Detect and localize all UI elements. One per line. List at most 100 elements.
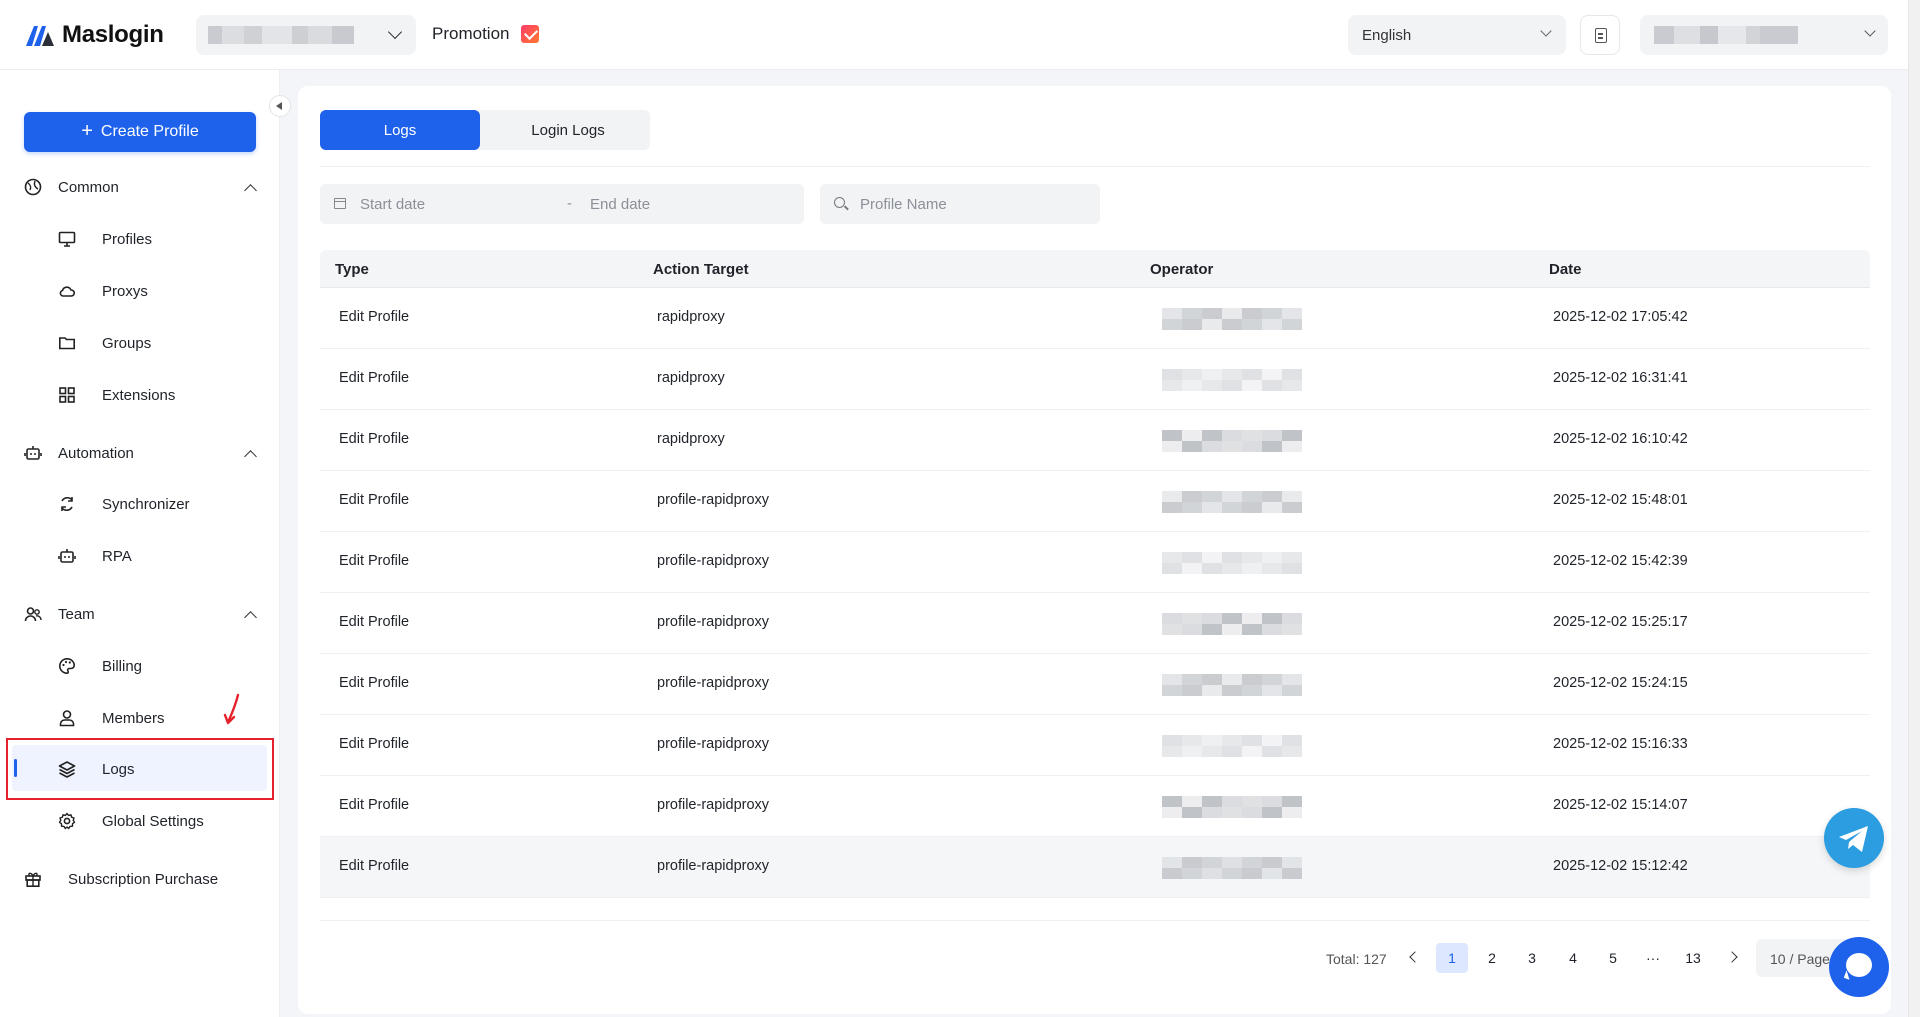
create-profile-label: Create Profile — [100, 123, 199, 140]
cell-action-target: profile-rapidproxy — [657, 858, 770, 874]
divider — [320, 166, 1870, 167]
sidebar-item-label: Synchronizer — [102, 495, 190, 513]
logs-table: Type Action Target Operator Date Edit Pr… — [320, 250, 1870, 898]
table-row[interactable]: Edit Profile profile-rapidproxy 2025-12-02… — [320, 471, 1870, 532]
logs-panel: Logs Login Logs Start date - End date Pr… — [298, 86, 1891, 1014]
create-profile-button[interactable]: + Create Profile — [24, 112, 256, 152]
telegram-icon — [1839, 826, 1868, 852]
next-page-icon[interactable] — [1726, 951, 1738, 963]
sidebar-item-extensions[interactable]: Extensions — [58, 386, 175, 404]
prev-page-icon[interactable] — [1409, 951, 1421, 963]
tab-logs[interactable]: Logs — [320, 110, 480, 150]
chevron-down-icon — [387, 24, 403, 40]
sidebar-item-subscription-purchase[interactable]: Subscription Purchase — [24, 870, 218, 888]
cell-operator-redacted — [1150, 792, 1302, 822]
sidebar-item-global-settings[interactable]: Global Settings — [58, 812, 204, 830]
team-select[interactable] — [196, 15, 416, 55]
nav-group-team[interactable]: Team — [24, 605, 257, 624]
cell-type: Edit Profile — [339, 431, 410, 447]
monitor-icon — [58, 231, 76, 247]
page-button[interactable]: 5 — [1597, 943, 1629, 973]
cell-date: 2025-12-02 15:25:17 — [1553, 614, 1688, 630]
cell-operator-redacted — [1150, 304, 1302, 334]
cell-operator-redacted — [1150, 731, 1302, 761]
sidebar-item-billing[interactable]: Billing — [58, 657, 142, 675]
sidebar-item-label: Billing — [102, 657, 143, 675]
cell-type: Edit Profile — [339, 370, 410, 386]
sidebar-item-profiles[interactable]: Profiles — [58, 230, 152, 248]
table-row[interactable]: Edit Profile profile-rapidproxy 2025-12-02… — [320, 532, 1870, 593]
nav-group-automation[interactable]: Automation — [24, 444, 257, 463]
sidebar-collapse-button[interactable] — [269, 95, 291, 117]
log-tabs: Logs Login Logs — [320, 110, 650, 150]
cell-operator-redacted — [1150, 853, 1302, 883]
divider — [320, 920, 1870, 921]
cell-type: Edit Profile — [339, 614, 410, 630]
chevron-down-icon — [1540, 25, 1552, 37]
nav-group-common[interactable]: Common — [24, 178, 257, 197]
cloud-icon — [59, 286, 76, 297]
gift-icon — [25, 872, 41, 887]
sidebar-item-label: RPA — [102, 547, 132, 565]
tab-login-logs[interactable]: Login Logs — [488, 110, 648, 150]
cell-action-target: profile-rapidproxy — [657, 553, 770, 569]
cell-type: Edit Profile — [339, 675, 410, 691]
cell-action-target: rapidproxy — [657, 370, 725, 386]
sidebar-item-label: Members — [102, 709, 165, 727]
date-range-picker[interactable]: Start date - End date — [320, 184, 804, 224]
plus-icon: + — [81, 120, 93, 142]
cell-action-target: rapidproxy — [657, 309, 725, 325]
pagination-total: Total: 127 — [1326, 951, 1387, 967]
palette-icon — [59, 657, 76, 675]
page-button[interactable]: 2 — [1476, 943, 1508, 973]
brand-logo[interactable]: Maslogin — [24, 21, 164, 49]
language-value: English — [1362, 27, 1412, 44]
cell-date: 2025-12-02 15:42:39 — [1553, 553, 1688, 569]
docs-button[interactable] — [1580, 15, 1620, 55]
team-icon — [24, 607, 42, 622]
end-date-input[interactable]: End date — [590, 196, 650, 213]
sidebar-item-rpa[interactable]: RPA — [58, 547, 132, 565]
page-button[interactable]: 4 — [1557, 943, 1589, 973]
chevron-up-icon — [244, 184, 257, 197]
cell-type: Edit Profile — [339, 736, 410, 752]
table-header: Type Action Target Operator Date — [320, 250, 1870, 288]
page-scrollbar[interactable] — [1908, 0, 1920, 1017]
table-row[interactable]: Edit Profile profile-rapidproxy 2025-12-02… — [320, 715, 1870, 776]
sync-icon — [61, 496, 73, 512]
page-button[interactable]: 1 — [1436, 943, 1468, 973]
nav-group-label: Automation — [58, 444, 134, 462]
page-ellipsis[interactable]: ··· — [1637, 943, 1669, 973]
sidebar-item-members[interactable]: Members — [58, 709, 165, 727]
user-account-select[interactable] — [1640, 15, 1888, 55]
top-header: Maslogin Promotion English — [0, 0, 1920, 70]
cell-action-target: profile-rapidproxy — [657, 797, 770, 813]
profile-name-search[interactable]: Profile Name — [820, 184, 1100, 224]
maslogin-logo-icon — [26, 26, 54, 46]
table-row[interactable]: Edit Profile profile-rapidproxy 2025-12-02… — [320, 654, 1870, 715]
sidebar-item-proxys[interactable]: Proxys — [58, 282, 148, 300]
table-row[interactable]: Edit Profile rapidproxy 2025-12-02 17:05:4… — [320, 288, 1870, 349]
cell-date: 2025-12-02 15:14:07 — [1553, 797, 1688, 813]
page-button[interactable]: 3 — [1516, 943, 1548, 973]
robot-icon — [58, 549, 76, 563]
cell-date: 2025-12-02 15:16:33 — [1553, 736, 1688, 752]
sidebar-item-groups[interactable]: Groups — [58, 334, 151, 352]
table-row[interactable]: Edit Profile rapidproxy 2025-12-02 16:10:4… — [320, 410, 1870, 471]
table-row[interactable]: Edit Profile profile-rapidproxy 2025-12-02… — [320, 593, 1870, 654]
promotion-link[interactable]: Promotion — [432, 24, 540, 44]
column-header-operator: Operator — [1150, 261, 1214, 278]
cell-date: 2025-12-02 15:48:01 — [1553, 492, 1688, 508]
language-select[interactable]: English — [1348, 15, 1566, 55]
table-row[interactable]: Edit Profile rapidproxy 2025-12-02 16:31:4… — [320, 349, 1870, 410]
sidebar-item-synchronizer[interactable]: Synchronizer — [58, 495, 190, 513]
telegram-button[interactable] — [1824, 808, 1884, 868]
chevron-up-icon — [244, 611, 257, 624]
table-row[interactable]: Edit Profile profile-rapidproxy 2025-12-02… — [320, 837, 1870, 898]
page-button[interactable]: 13 — [1677, 943, 1709, 973]
table-row[interactable]: Edit Profile profile-rapidproxy 2025-12-02… — [320, 776, 1870, 837]
profile-name-input[interactable]: Profile Name — [860, 196, 947, 213]
support-chat-button[interactable] — [1829, 937, 1889, 997]
cell-date: 2025-12-02 15:24:15 — [1553, 675, 1688, 691]
start-date-input[interactable]: Start date — [360, 196, 425, 213]
